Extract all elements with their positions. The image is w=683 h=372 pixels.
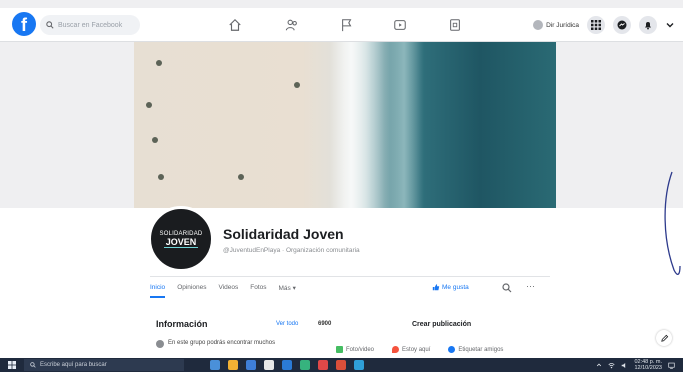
- beach-umbrella: [146, 102, 152, 108]
- beach-umbrella: [156, 60, 162, 66]
- tab-fotos[interactable]: Fotos: [250, 284, 266, 298]
- account-tools: Dir Jurídica: [533, 14, 675, 36]
- tab-videos[interactable]: Videos: [218, 284, 238, 298]
- photo-icon: [336, 346, 343, 353]
- info-description: En este grupo podrás encontrar muchos: [156, 339, 296, 348]
- taskbar-app-icon[interactable]: [318, 360, 328, 370]
- taskbar-app-icon[interactable]: [336, 360, 346, 370]
- facebook-top-navbar: f Buscar en Facebook Dir Jurídica: [0, 8, 683, 42]
- info-description-text: En este grupo podrás encontrar muchos: [168, 340, 276, 346]
- home-icon[interactable]: [226, 16, 244, 34]
- friends-icon[interactable]: [283, 16, 301, 34]
- bell-icon[interactable]: [639, 16, 657, 34]
- check-in-option[interactable]: Estoy aquí: [392, 346, 430, 353]
- taskbar-search-placeholder: Escribe aquí para buscar: [40, 362, 107, 368]
- tag-friends-option[interactable]: Etiquetar amigos: [448, 346, 503, 353]
- cover-wave-shallow: [384, 42, 424, 208]
- info-see-all-link[interactable]: Ver todo: [276, 321, 298, 327]
- windows-taskbar: Escribe aquí para buscar 02:48 p. m. 12/…: [0, 358, 683, 372]
- beach-umbrella: [158, 174, 164, 180]
- taskbar-app-icon[interactable]: [300, 360, 310, 370]
- cover-photo[interactable]: [134, 42, 556, 208]
- taskbar-clock[interactable]: 02:48 p. m. 12/10/2023: [634, 359, 662, 371]
- taskbar-app-icon[interactable]: [228, 360, 238, 370]
- taskbar-app-icon[interactable]: [354, 360, 364, 370]
- page-title: Solidaridad Joven: [223, 226, 344, 242]
- chevron-down-icon[interactable]: [665, 16, 675, 34]
- info-section-title: Información: [156, 319, 208, 329]
- facebook-logo-icon[interactable]: f: [12, 12, 36, 36]
- marketplace-icon[interactable]: [446, 16, 464, 34]
- info-icon: [156, 340, 164, 348]
- page-tabs: Inicio Opiniones Videos Fotos Más ▾: [150, 284, 296, 298]
- account-name: Dir Jurídica: [546, 21, 579, 29]
- thumbs-up-icon: [432, 284, 440, 291]
- like-label: Me gusta: [442, 283, 469, 291]
- video-icon[interactable]: [391, 16, 409, 34]
- tag-friends-icon: [448, 346, 456, 353]
- more-options-button[interactable]: ···: [526, 281, 535, 291]
- tab-mas[interactable]: Más ▾: [279, 284, 296, 298]
- pen-scribble-mark: [664, 171, 681, 276]
- check-in-label: Estoy aquí: [402, 346, 431, 353]
- taskbar-app-icon[interactable]: [210, 360, 220, 370]
- system-tray: 02:48 p. m. 12/10/2023: [596, 359, 675, 371]
- avatar-text-bottom: JOVEN: [163, 236, 199, 248]
- taskbar-app-icon[interactable]: [246, 360, 256, 370]
- taskbar-app-icon[interactable]: [282, 360, 292, 370]
- search-icon: [46, 21, 54, 29]
- profile-divider: [150, 276, 550, 277]
- taskbar-date: 12/10/2023: [634, 365, 662, 371]
- page-handle: @JuventudEnPlaya · Organización comunita…: [223, 247, 360, 254]
- wifi-icon[interactable]: [608, 362, 616, 369]
- page-avatar[interactable]: SOLIDARIDAD JOVEN: [148, 206, 214, 272]
- volume-icon[interactable]: [621, 362, 628, 369]
- create-post-title[interactable]: Crear publicación: [412, 321, 471, 328]
- cover-wave-foam: [330, 42, 390, 208]
- windows-start-icon[interactable]: [8, 361, 16, 369]
- search-placeholder: Buscar en Facebook: [58, 21, 123, 29]
- like-button[interactable]: Me gusta: [432, 283, 469, 291]
- beach-umbrella: [238, 174, 244, 180]
- tab-opiniones[interactable]: Opiniones: [177, 284, 206, 298]
- new-message-icon[interactable]: [656, 330, 672, 346]
- taskbar-pinned-apps: [210, 360, 364, 370]
- beach-umbrella: [152, 137, 158, 143]
- beach-umbrella: [294, 82, 300, 88]
- photo-video-option[interactable]: Foto/video: [336, 346, 374, 353]
- create-post-options: Foto/video Estoy aquí Etiquetar amigos: [336, 346, 503, 353]
- account-avatar: [533, 20, 544, 30]
- menu-grid-icon[interactable]: [587, 16, 605, 34]
- account-chip[interactable]: Dir Jurídica: [533, 20, 579, 30]
- tag-friends-label: Etiquetar amigos: [458, 346, 504, 353]
- photo-video-label: Foto/video: [346, 346, 375, 353]
- location-pin-icon: [392, 346, 400, 353]
- info-count: 6900: [318, 321, 332, 327]
- notifications-icon[interactable]: [668, 362, 675, 369]
- facebook-search-input[interactable]: Buscar en Facebook: [40, 15, 140, 35]
- taskbar-app-icon[interactable]: [264, 360, 274, 370]
- flag-icon[interactable]: [338, 16, 356, 34]
- chevron-up-icon[interactable]: [596, 362, 602, 368]
- search-icon: [30, 362, 36, 368]
- messenger-icon[interactable]: [613, 16, 631, 34]
- taskbar-search-box[interactable]: Escribe aquí para buscar: [24, 359, 184, 371]
- search-icon[interactable]: [502, 283, 512, 293]
- tab-inicio[interactable]: Inicio: [150, 284, 166, 298]
